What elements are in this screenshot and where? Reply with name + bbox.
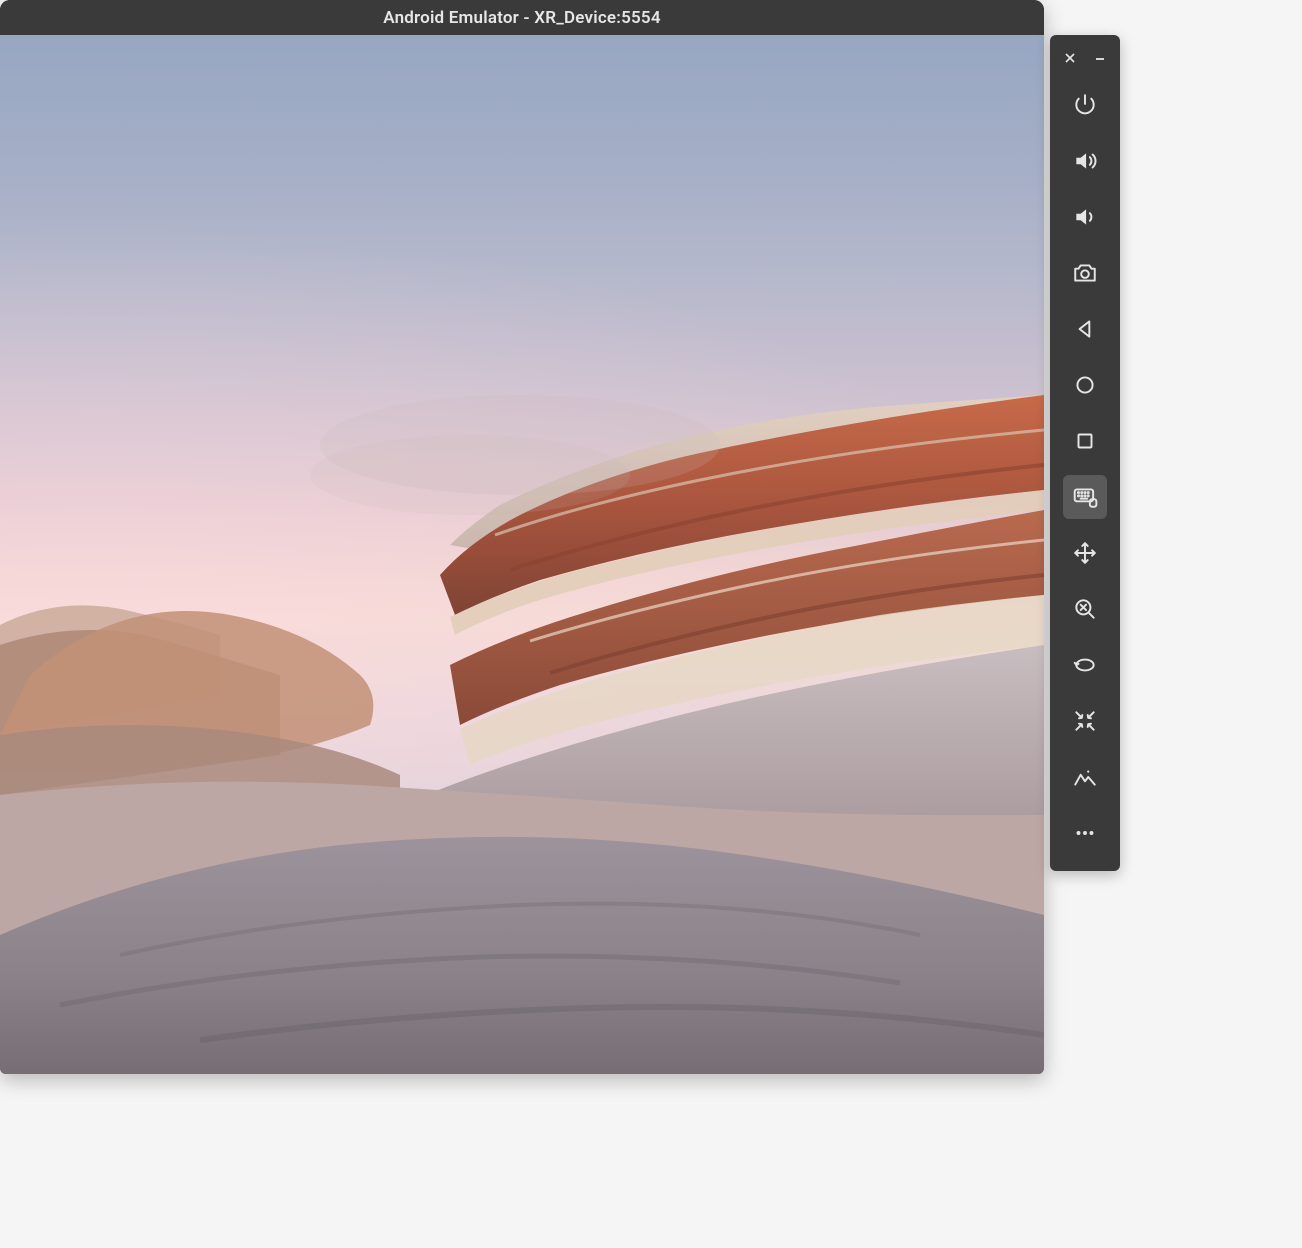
emulator-side-toolbar: [1050, 35, 1120, 871]
back-button[interactable]: [1063, 307, 1107, 351]
overview-button[interactable]: [1063, 419, 1107, 463]
window-titlebar[interactable]: Android Emulator - XR_Device:5554: [0, 0, 1044, 35]
recenter-button[interactable]: [1063, 699, 1107, 743]
virtual-scene-icon: [1072, 764, 1098, 790]
volume-down-button[interactable]: [1063, 195, 1107, 239]
power-icon: [1072, 92, 1098, 118]
zoom-icon: [1072, 596, 1098, 622]
screenshot-button[interactable]: [1063, 251, 1107, 295]
volume-down-icon: [1072, 204, 1098, 230]
camera-icon: [1072, 260, 1098, 286]
rotate-button[interactable]: [1063, 643, 1107, 687]
zoom-button[interactable]: [1063, 587, 1107, 631]
keyboard-input-icon: [1072, 484, 1098, 510]
minimize-icon: [1093, 51, 1107, 65]
emulator-window: Android Emulator - XR_Device:5554: [0, 0, 1044, 1074]
virtual-scene-button[interactable]: [1063, 755, 1107, 799]
move-icon: [1072, 540, 1098, 566]
volume-up-button[interactable]: [1063, 139, 1107, 183]
close-button[interactable]: [1059, 47, 1081, 69]
emulator-screen[interactable]: [0, 35, 1044, 1074]
power-button[interactable]: [1063, 83, 1107, 127]
overview-icon: [1072, 428, 1098, 454]
window-controls: [1059, 41, 1111, 77]
move-button[interactable]: [1063, 531, 1107, 575]
home-button[interactable]: [1063, 363, 1107, 407]
more-icon: [1072, 820, 1098, 846]
recenter-icon: [1072, 708, 1098, 734]
minimize-button[interactable]: [1089, 47, 1111, 69]
home-icon: [1072, 372, 1098, 398]
back-icon: [1072, 316, 1098, 342]
keyboard-input-button[interactable]: [1063, 475, 1107, 519]
close-icon: [1063, 51, 1077, 65]
window-title: Android Emulator - XR_Device:5554: [383, 8, 661, 28]
volume-up-icon: [1072, 148, 1098, 174]
more-button[interactable]: [1063, 811, 1107, 855]
terrain-illustration: [0, 35, 1044, 1074]
rotate-icon: [1072, 652, 1098, 678]
